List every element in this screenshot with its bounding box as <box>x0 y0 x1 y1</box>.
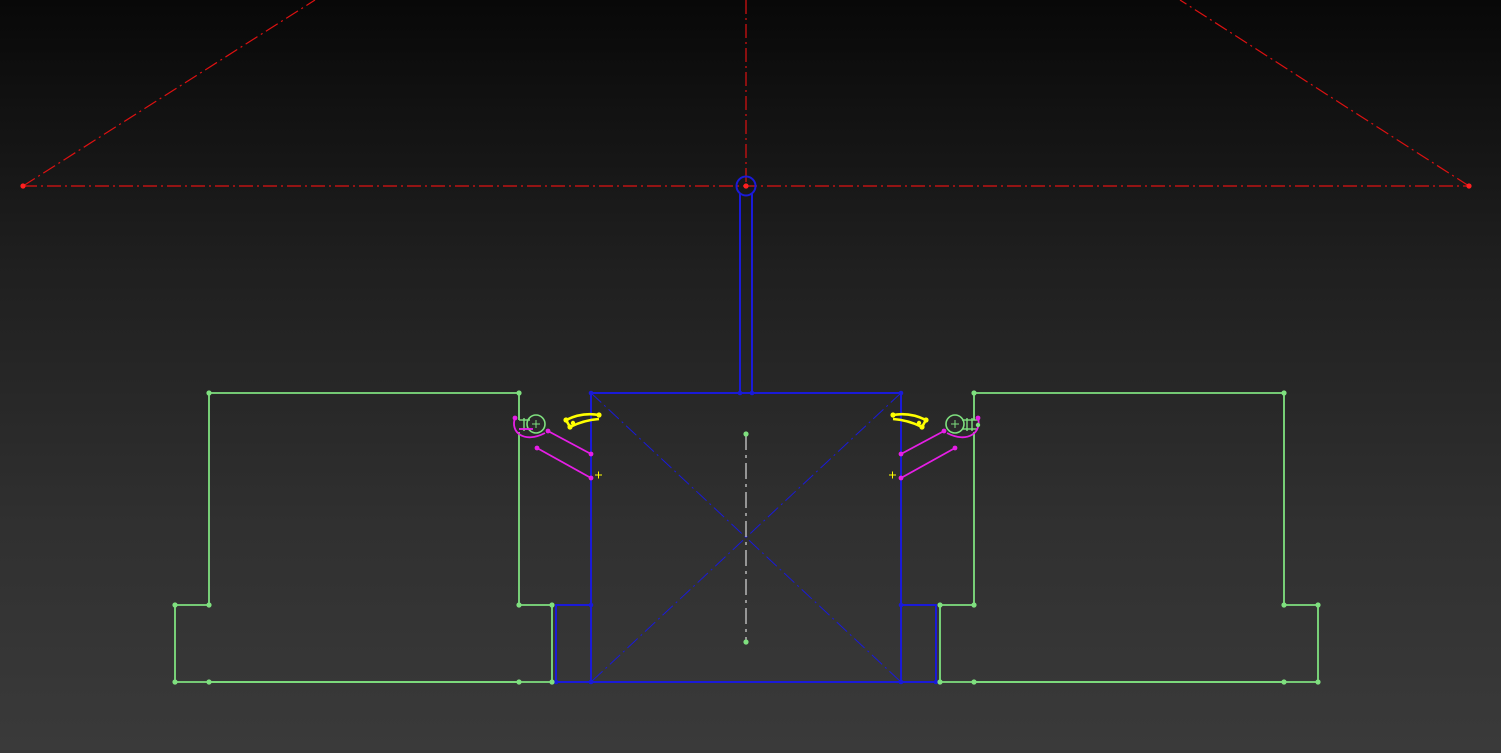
plus-icon <box>889 471 896 479</box>
vertex[interactable] <box>737 390 743 396</box>
vertex[interactable] <box>937 679 943 685</box>
link-point[interactable] <box>534 445 540 451</box>
vertex[interactable] <box>516 602 522 608</box>
vertex[interactable] <box>172 602 178 608</box>
centerline-endpoint-bottom[interactable] <box>743 639 749 645</box>
vertex[interactable] <box>898 390 904 396</box>
vertex[interactable] <box>588 679 594 685</box>
plus-icon <box>532 420 540 428</box>
link-point[interactable] <box>898 475 904 481</box>
fully-defined-body <box>555 175 937 683</box>
vertex[interactable] <box>898 679 904 685</box>
link-point[interactable] <box>545 428 551 434</box>
centerline-endpoint-top[interactable] <box>743 431 749 437</box>
vertex[interactable] <box>206 390 212 396</box>
vertex[interactable] <box>588 602 594 608</box>
vertex[interactable] <box>1281 390 1287 396</box>
vertex[interactable] <box>588 390 594 396</box>
plus-icon <box>951 420 959 428</box>
right-profile-outline[interactable] <box>939 392 1319 683</box>
right-profile <box>939 392 1319 683</box>
left-hinge <box>512 412 602 481</box>
sketch-canvas[interactable] <box>0 0 1501 753</box>
link-point[interactable] <box>898 451 904 457</box>
vertex[interactable] <box>1281 602 1287 608</box>
construction-geometry <box>22 0 1470 187</box>
vertex[interactable] <box>549 679 555 685</box>
vertex[interactable] <box>1315 602 1321 608</box>
vertex[interactable] <box>898 602 904 608</box>
vertex[interactable] <box>971 679 977 685</box>
link-point[interactable] <box>975 415 981 421</box>
left-profile-outline[interactable] <box>174 392 553 683</box>
construction-line-right-diagonal[interactable] <box>1179 0 1470 187</box>
vertex[interactable] <box>206 679 212 685</box>
right-foot-slot[interactable] <box>900 604 937 683</box>
vertex[interactable] <box>937 602 943 608</box>
vertex[interactable] <box>516 390 522 396</box>
construction-line-left-diagonal[interactable] <box>22 0 316 187</box>
vertex[interactable] <box>749 390 755 396</box>
right-hinge <box>889 412 981 481</box>
vertex[interactable] <box>971 390 977 396</box>
vertex[interactable] <box>1281 679 1287 685</box>
plus-icon <box>595 471 602 479</box>
vertical-centerline <box>743 431 749 645</box>
link-point[interactable] <box>588 475 594 481</box>
link-point[interactable] <box>588 451 594 457</box>
right-hinge-points <box>975 422 981 428</box>
construction-point-right[interactable] <box>1466 183 1472 189</box>
vertex[interactable] <box>516 679 522 685</box>
vertex[interactable] <box>172 679 178 685</box>
vertex[interactable] <box>1315 679 1321 685</box>
link-point[interactable] <box>941 428 947 434</box>
vertex[interactable] <box>206 602 212 608</box>
left-link-arm[interactable] <box>513 417 592 479</box>
sketch-viewport[interactable] <box>0 0 1501 753</box>
link-point[interactable] <box>512 415 518 421</box>
construction-point-left[interactable] <box>20 183 26 189</box>
vertex[interactable] <box>971 602 977 608</box>
left-profile <box>174 392 553 683</box>
link-point[interactable] <box>952 445 958 451</box>
construction-point-center[interactable] <box>743 183 749 189</box>
vertex[interactable] <box>549 602 555 608</box>
left-foot-slot[interactable] <box>555 604 592 683</box>
